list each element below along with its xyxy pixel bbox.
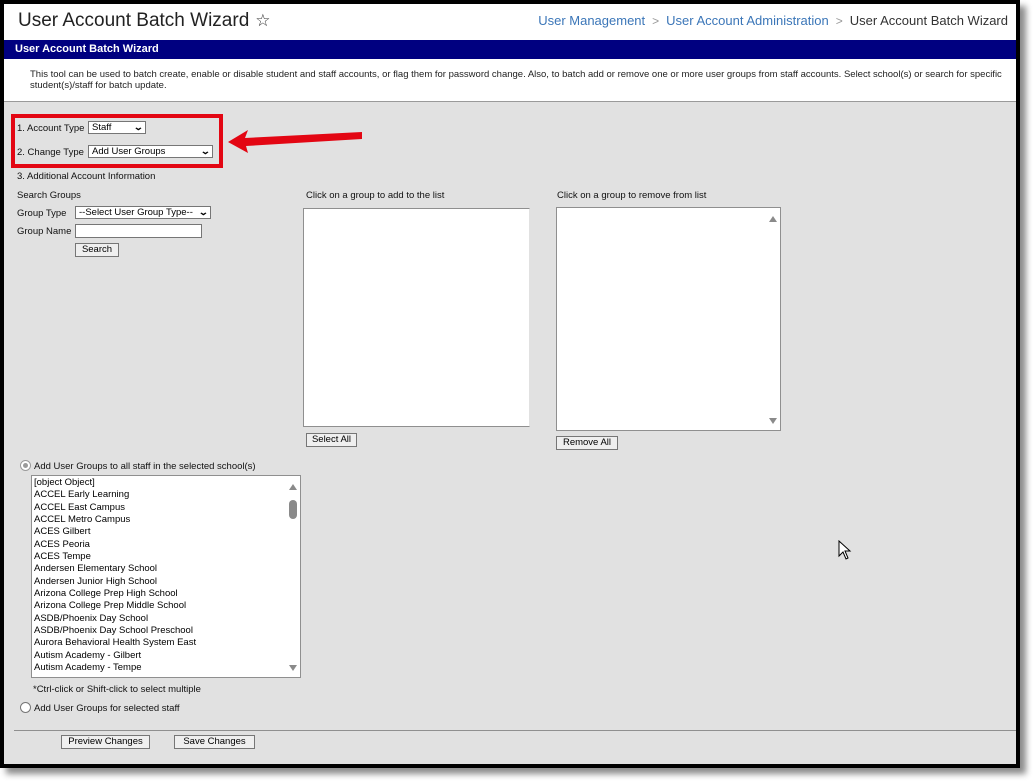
group-name-label: Group Name xyxy=(17,226,72,237)
section-header: User Account Batch Wizard xyxy=(4,40,1016,59)
school-option[interactable]: Andersen Junior High School xyxy=(34,576,196,588)
remove-list-label: Click on a group to remove from list xyxy=(557,190,707,201)
school-option[interactable]: ACES Gilbert xyxy=(34,526,196,538)
school-option[interactable]: Autism Academy - Tempe xyxy=(34,662,196,674)
school-option[interactable]: [object Object] xyxy=(34,477,196,489)
multi-select-hint: *Ctrl-click or Shift-click to select mul… xyxy=(33,684,201,695)
scope-radio-all-staff[interactable] xyxy=(20,460,31,471)
school-option[interactable]: Arizona College Prep Middle School xyxy=(34,600,196,612)
scrollbar-thumb[interactable] xyxy=(289,500,297,519)
school-option[interactable]: Arizona College Prep High School xyxy=(34,588,196,600)
breadcrumb-current: User Account Batch Wizard xyxy=(849,13,1008,28)
top-bar: User Account Batch Wizard ☆ User Managem… xyxy=(4,4,1016,40)
add-list-label: Click on a group to add to the list xyxy=(306,190,445,201)
school-listbox[interactable]: [object Object] ACCEL Early Learning ACC… xyxy=(31,475,301,678)
breadcrumb-user-account-administration[interactable]: User Account Administration xyxy=(666,13,829,28)
annotation-arrow-icon xyxy=(228,130,362,153)
change-type-select[interactable]: Add User Groups ⌄ xyxy=(88,145,213,158)
scroll-up-icon[interactable] xyxy=(769,216,777,222)
group-name-input[interactable] xyxy=(75,224,202,238)
scope-radio-all-staff-label: Add User Groups to all staff in the sele… xyxy=(34,461,256,472)
school-option[interactable]: ACCEL Metro Campus xyxy=(34,514,196,526)
chevron-down-icon: ⌄ xyxy=(200,146,212,156)
school-option[interactable]: Andersen Elementary School xyxy=(34,563,196,575)
change-type-value: Add User Groups xyxy=(92,146,166,157)
group-type-value: --Select User Group Type-- xyxy=(79,207,193,218)
additional-info-label: 3. Additional Account Information xyxy=(17,171,156,182)
school-list: [object Object] ACCEL Early Learning ACC… xyxy=(34,477,196,675)
search-button[interactable]: Search xyxy=(75,243,119,257)
footer-divider xyxy=(14,730,1016,731)
star-outline-icon[interactable]: ☆ xyxy=(255,11,270,31)
chevron-down-icon: ⌄ xyxy=(133,122,145,132)
remove-all-button[interactable]: Remove All xyxy=(556,436,618,450)
search-groups-title: Search Groups xyxy=(17,190,81,201)
scope-radio-selected-staff-label: Add User Groups for selected staff xyxy=(34,703,180,714)
group-type-select[interactable]: --Select User Group Type-- ⌄ xyxy=(75,206,211,219)
breadcrumb-separator-icon: > xyxy=(652,13,660,28)
breadcrumb-user-management[interactable]: User Management xyxy=(538,13,645,28)
school-option[interactable]: ACCEL Early Learning xyxy=(34,489,196,501)
intro-description: This tool can be used to batch create, e… xyxy=(4,59,1016,102)
school-option[interactable]: ACES Tempe xyxy=(34,551,196,563)
school-option[interactable]: ACES Peoria xyxy=(34,539,196,551)
page-title-text: User Account Batch Wizard xyxy=(18,10,250,31)
school-option[interactable]: ACCEL East Campus xyxy=(34,502,196,514)
mouse-cursor-icon xyxy=(838,540,852,560)
remove-group-listbox[interactable] xyxy=(556,207,781,431)
scroll-down-icon[interactable] xyxy=(289,665,297,671)
scroll-down-icon[interactable] xyxy=(769,418,777,424)
save-changes-button[interactable]: Save Changes xyxy=(174,735,255,749)
breadcrumb: User Management > User Account Administr… xyxy=(538,13,1008,28)
app-window: User Account Batch Wizard ☆ User Managem… xyxy=(0,0,1020,768)
school-option[interactable]: ASDB/Phoenix Day School Preschool xyxy=(34,625,196,637)
add-group-listbox[interactable] xyxy=(303,208,530,427)
change-type-label: 2. Change Type xyxy=(17,147,84,158)
group-type-label: Group Type xyxy=(17,208,67,219)
school-option[interactable]: Autism Academy - Gilbert xyxy=(34,650,196,662)
scroll-up-icon[interactable] xyxy=(289,484,297,490)
account-type-label: 1. Account Type xyxy=(17,123,85,134)
preview-changes-button[interactable]: Preview Changes xyxy=(61,735,150,749)
school-option[interactable]: Aurora Behavioral Health System East xyxy=(34,637,196,649)
chevron-down-icon: ⌄ xyxy=(198,207,210,217)
page-title: User Account Batch Wizard ☆ xyxy=(18,10,271,32)
school-option[interactable]: ASDB/Phoenix Day School xyxy=(34,613,196,625)
account-type-select[interactable]: Staff ⌄ xyxy=(88,121,146,134)
scope-radio-selected-staff[interactable] xyxy=(20,702,31,713)
account-type-value: Staff xyxy=(92,122,112,133)
select-all-button[interactable]: Select All xyxy=(306,433,357,447)
breadcrumb-separator-icon: > xyxy=(835,13,843,28)
